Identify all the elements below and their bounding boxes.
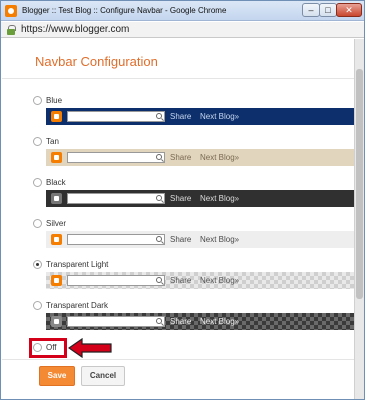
navbar-preview-blue: Share Next Blog»	[46, 108, 354, 125]
navbar-next-blog-link: Next Blog»	[200, 276, 240, 285]
blogger-icon	[51, 111, 62, 122]
radio-black[interactable]	[33, 178, 42, 187]
radio-blue[interactable]	[33, 96, 42, 105]
maximize-button[interactable]: □	[319, 3, 337, 17]
navbar-preview-tan: Share Next Blog»	[46, 149, 354, 166]
close-button[interactable]: ✕	[336, 3, 362, 17]
navbar-search-box	[67, 193, 165, 204]
radio-tan[interactable]	[33, 137, 42, 146]
option-label-black[interactable]: Black	[46, 178, 66, 187]
search-icon	[156, 195, 162, 201]
option-label-tan[interactable]: Tan	[46, 137, 59, 146]
vertical-scrollbar[interactable]	[354, 39, 364, 399]
option-label-silver[interactable]: Silver	[46, 219, 66, 228]
navbar-next-blog-link: Next Blog»	[200, 194, 240, 203]
url-text[interactable]: https://www.blogger.com	[21, 24, 129, 35]
navbar-search-box	[67, 152, 165, 163]
blogger-icon	[51, 152, 62, 163]
navbar-next-blog-link: Next Blog»	[200, 153, 240, 162]
blogger-app-icon	[5, 5, 17, 17]
navbar-search-box	[67, 234, 165, 245]
navbar-share-link: Share	[170, 112, 192, 121]
browser-window: Blogger :: Test Blog :: Configure Navbar…	[0, 0, 365, 400]
window-title: Blogger :: Test Blog :: Configure Navbar…	[22, 6, 227, 15]
navbar-share-link: Share	[170, 194, 192, 203]
radio-transparent-dark[interactable]	[33, 301, 42, 310]
blogger-icon	[51, 234, 62, 245]
red-arrow-icon	[68, 338, 112, 358]
navbar-share-link: Share	[170, 235, 192, 244]
search-icon	[156, 113, 162, 119]
navbar-search-box	[67, 316, 165, 327]
option-label-blue[interactable]: Blue	[46, 96, 62, 105]
footer-divider	[2, 359, 354, 360]
navbar-next-blog-link: Next Blog»	[200, 112, 240, 121]
navbar-preview-black: Share Next Blog»	[46, 190, 354, 207]
search-icon	[156, 236, 162, 242]
navbar-next-blog-link: Next Blog»	[200, 317, 240, 326]
navbar-next-blog-link: Next Blog»	[200, 235, 240, 244]
navbar-search-box	[67, 275, 165, 286]
radio-silver[interactable]	[33, 219, 42, 228]
save-button[interactable]: Save	[39, 366, 75, 386]
off-highlight-box	[29, 338, 67, 358]
option-label-transparent-light[interactable]: Transparent Light	[46, 260, 108, 269]
blogger-icon	[51, 275, 62, 286]
navbar-search-box	[67, 111, 165, 122]
navbar-preview-transparent-light: Share Next Blog»	[46, 272, 354, 289]
navbar-preview-transparent-dark: Share Next Blog»	[46, 313, 354, 330]
scrollbar-thumb[interactable]	[356, 69, 363, 299]
blogger-icon	[51, 316, 62, 327]
minimize-button[interactable]: –	[302, 3, 320, 17]
lock-icon	[7, 25, 16, 35]
navbar-share-link: Share	[170, 276, 192, 285]
address-bar[interactable]: https://www.blogger.com	[1, 22, 364, 38]
search-icon	[156, 154, 162, 160]
option-label-transparent-dark[interactable]: Transparent Dark	[46, 301, 108, 310]
dialog-heading: Navbar Configuration	[35, 54, 158, 69]
search-icon	[156, 277, 162, 283]
search-icon	[156, 318, 162, 324]
heading-divider	[2, 78, 354, 79]
navbar-share-link: Share	[170, 153, 192, 162]
navbar-preview-silver: Share Next Blog»	[46, 231, 354, 248]
title-bar: Blogger :: Test Blog :: Configure Navbar…	[1, 1, 364, 21]
navbar-share-link: Share	[170, 317, 192, 326]
radio-transparent-light[interactable]	[33, 260, 42, 269]
blogger-icon	[51, 193, 62, 204]
dialog-content: Navbar Configuration Blue Share Next Blo…	[2, 39, 354, 399]
cancel-button[interactable]: Cancel	[81, 366, 125, 386]
